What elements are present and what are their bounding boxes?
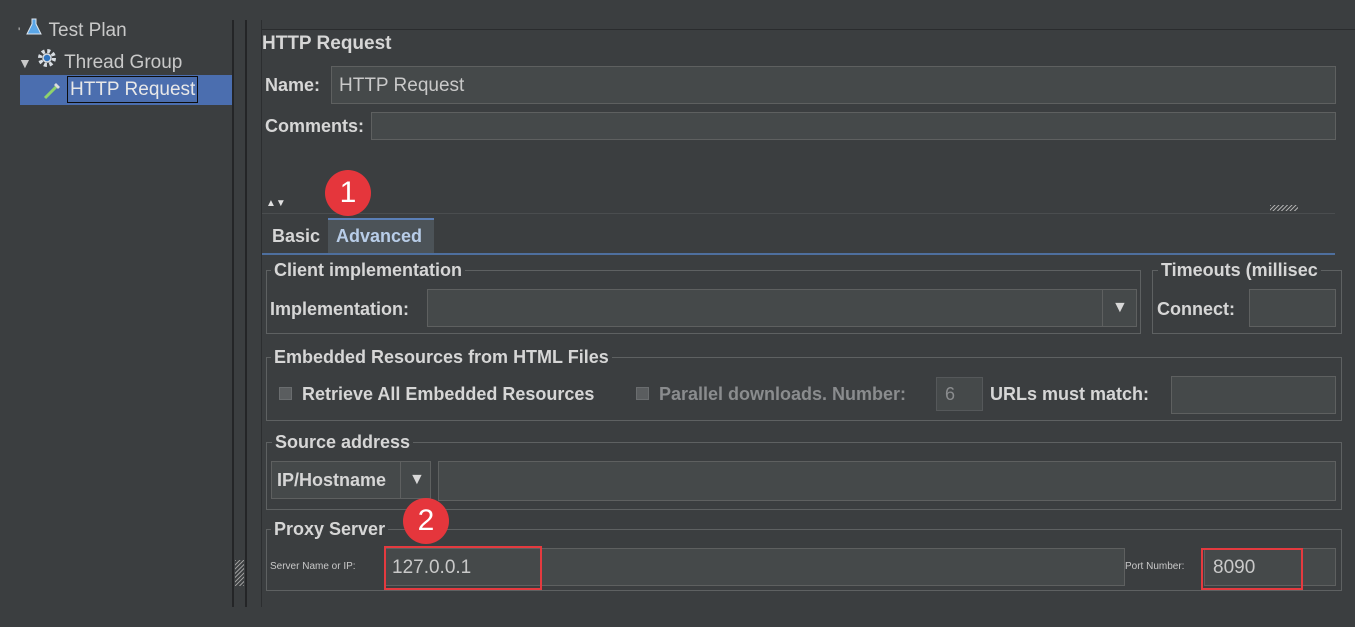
pipette-icon [42, 79, 64, 106]
tree-item-thread-group[interactable]: ▼ Thread Group [18, 48, 182, 74]
tree-item-http-request[interactable]: HTTP Request [20, 75, 232, 105]
flask-icon [25, 18, 44, 42]
name-field[interactable]: HTTP Request [331, 66, 1336, 104]
tab-basic[interactable]: Basic [266, 220, 327, 253]
tree-item-test-plan[interactable]: ' Test Plan [18, 18, 127, 42]
embedded-resources-title: Embedded Resources from HTML Files [271, 347, 612, 368]
implementation-select[interactable]: ▼ [427, 289, 1137, 327]
connect-label: Connect: [1157, 299, 1235, 319]
server-name-label: Server Name or IP: [270, 561, 356, 572]
tab-advanced[interactable]: Advanced [328, 218, 434, 253]
urls-must-match-label: URLs must match: [990, 384, 1150, 404]
tree-item-label: Thread Group [64, 52, 183, 73]
retrieve-embedded-label: Retrieve All Embedded Resources [302, 384, 595, 404]
tree-panel: ' Test Plan ▼ Thread Group HTTP Request [0, 0, 232, 627]
chevron-down-icon[interactable]: ▼ [409, 471, 425, 489]
gear-icon [37, 48, 59, 74]
splitter-right[interactable] [245, 20, 247, 607]
collapse-arrows-icon[interactable]: ▲▼ [266, 198, 286, 209]
chevron-down-icon[interactable]: ▼ [1112, 299, 1128, 317]
tree-item-label: HTTP Request [67, 76, 199, 103]
tab-basic-label: Basic [272, 226, 321, 246]
step-1-badge: 1 [325, 170, 371, 216]
tab-underline [262, 253, 1335, 255]
source-type-value: IP/Hostname [277, 470, 387, 490]
collapse-toggle-icon[interactable]: ▼ [18, 55, 32, 71]
dropdown-separator [400, 462, 401, 498]
resize-grip-icon[interactable] [1270, 205, 1298, 211]
split-divider [262, 213, 1335, 214]
proxy-server-highlight [384, 546, 542, 590]
comments-label: Comments: [265, 116, 365, 136]
retrieve-embedded-checkbox[interactable] [279, 387, 292, 400]
proxy-server-title: Proxy Server [271, 519, 389, 540]
panel-border [261, 20, 262, 607]
source-address-title: Source address [272, 432, 414, 453]
tree-item-label: Test Plan [48, 20, 127, 41]
proxy-port-highlight [1201, 548, 1303, 590]
page-title: HTTP Request [262, 33, 392, 54]
source-address-field[interactable] [438, 461, 1336, 501]
name-label: Name: [265, 75, 321, 95]
source-type-select[interactable]: IP/Hostname ▼ [271, 461, 431, 499]
parallel-downloads-checkbox[interactable] [636, 387, 649, 400]
splitter-grip-icon[interactable] [235, 560, 244, 586]
panel-top-border [262, 29, 1355, 30]
expand-toggle-icon[interactable]: ' [18, 25, 20, 39]
name-field-value: HTTP Request [339, 75, 465, 96]
connect-timeout-field[interactable] [1249, 289, 1336, 327]
parallel-downloads-label: Parallel downloads. Number: [659, 384, 907, 404]
port-number-label: Port Number: [1125, 561, 1185, 572]
splitter-left [232, 20, 234, 607]
urls-must-match-field[interactable] [1171, 376, 1336, 414]
implementation-label: Implementation: [270, 299, 410, 319]
step-2-badge: 2 [403, 498, 449, 544]
comments-field[interactable] [371, 112, 1336, 140]
parallel-downloads-value: 6 [945, 384, 956, 404]
dropdown-separator [1102, 290, 1103, 326]
client-implementation-title: Client implementation [271, 260, 466, 281]
timeouts-title: Timeouts (millisec [1158, 260, 1321, 281]
tab-advanced-label: Advanced [336, 226, 423, 246]
parallel-downloads-number[interactable]: 6 [936, 377, 983, 411]
